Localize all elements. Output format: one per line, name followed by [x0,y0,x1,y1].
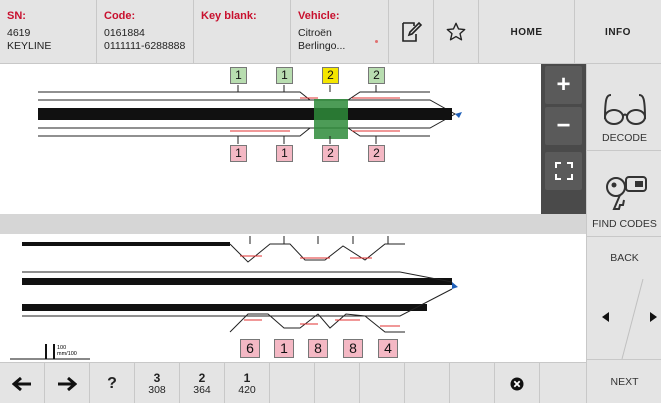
prev-arrow-icon [602,312,609,322]
edit-button[interactable] [389,0,434,64]
depth-1-number: 1 [243,370,251,385]
vehicle-indicator-dot [375,40,378,43]
bottom-toolbar: ? 3 308 2 364 1 420 [0,362,586,403]
bottom-cut-2[interactable]: 1 [276,145,293,162]
key-blade-top-graphic [38,85,462,144]
decode-button[interactable]: DECODE [587,64,661,151]
edit-note-icon [402,21,423,42]
header-bar: SN: 4619 KEYLINE Code: 0161884 0111111-6… [0,0,661,64]
nav-arrows-graphic [602,279,657,359]
top-cut-4[interactable]: 2 [368,67,385,84]
key-profile-side-view: 100 mm/100 6 1 8 8 4 [0,234,586,362]
depth-1-button[interactable]: 1 420 [225,363,270,403]
navigation-arrows [587,279,661,359]
key-cutting-screen: SN: 4619 KEYLINE Code: 0161884 0111111-6… [0,0,661,403]
clear-button[interactable] [495,363,540,403]
top-cut-2[interactable]: 1 [276,67,293,84]
bottom-cut-1[interactable]: 1 [230,145,247,162]
info-button[interactable]: INFO [575,0,661,64]
empty-slot-6 [540,363,586,403]
key-blank-field: Key blank: [194,0,291,64]
favorite-button[interactable] [434,0,479,64]
sn-value-1: 4619 [7,27,31,39]
side-cut-4[interactable]: 8 [343,339,363,358]
divider-bar [0,214,586,234]
find-codes-button[interactable]: FIND CODES [587,151,661,237]
zoom-panel: + − [541,64,586,214]
expand-icon [554,162,573,180]
depth-2-button[interactable]: 2 364 [180,363,225,403]
depth-1-value: 420 [238,383,256,396]
vehicle-value-1: Citroën [298,27,332,39]
empty-slot-4 [405,363,450,403]
empty-slot-1 [270,363,315,403]
star-icon [446,22,466,41]
top-cut-3[interactable]: 2 [322,67,339,84]
side-cut-2[interactable]: 1 [274,339,294,358]
depth-3-button[interactable]: 3 308 [135,363,180,403]
cursor-left-button[interactable] [0,363,45,403]
next-label: NEXT [610,375,639,388]
vehicle-label: Vehicle: [298,10,340,22]
side-cut-5[interactable]: 4 [378,339,398,358]
code-field: Code: 0161884 0111111-6288888 [97,0,194,64]
bottom-cut-3[interactable]: 2 [322,145,339,162]
code-value-1: 0161884 [104,27,145,39]
back-label: BACK [610,252,639,264]
empty-slot-2 [315,363,360,403]
side-cut-1[interactable]: 6 [240,339,260,358]
key-blank-label: Key blank: [201,10,257,22]
code-value-2: 0111111-6288888 [104,40,186,52]
right-sidebar: DECODE FIND CODES BACK NEXT [586,64,661,403]
close-circle-icon [510,377,524,390]
back-button[interactable]: BACK [587,237,661,279]
next-button[interactable]: NEXT [587,359,661,403]
key-profile-top-view: 1 1 2 2 1 1 2 2 [0,64,541,214]
cursor-right-button[interactable] [45,363,90,403]
sn-field: SN: 4619 KEYLINE [0,0,97,64]
empty-slot-3 [360,363,405,403]
top-cut-1[interactable]: 1 [230,67,247,84]
help-button[interactable]: ? [90,363,135,403]
empty-slot-5 [450,363,495,403]
zoom-in-button[interactable]: + [545,66,582,104]
depth-2-number: 2 [198,370,206,385]
sn-label: SN: [7,10,26,22]
depth-2-value: 364 [193,383,211,396]
sn-value-2: KEYLINE [7,40,52,52]
zoom-out-button[interactable]: − [545,107,582,145]
fit-view-button[interactable] [545,152,582,190]
home-button[interactable]: HOME [479,0,575,64]
key-tag-icon [605,176,647,210]
scale-label-2: mm/100 [57,351,77,357]
side-cut-3[interactable]: 8 [308,339,328,358]
glasses-icon [603,94,646,125]
next-arrow-icon [650,312,657,322]
decode-label: DECODE [602,132,647,144]
active-cut-highlight [314,99,348,139]
code-label: Code: [104,10,136,22]
depth-3-value: 308 [148,383,166,396]
bottom-cut-4[interactable]: 2 [368,145,385,162]
arrow-right-icon [58,376,77,391]
vehicle-field: Vehicle: Citroën Berlingo... [291,0,389,64]
arrow-left-icon [12,376,31,391]
depth-3-number: 3 [153,370,161,385]
find-codes-label: FIND CODES [592,218,657,230]
